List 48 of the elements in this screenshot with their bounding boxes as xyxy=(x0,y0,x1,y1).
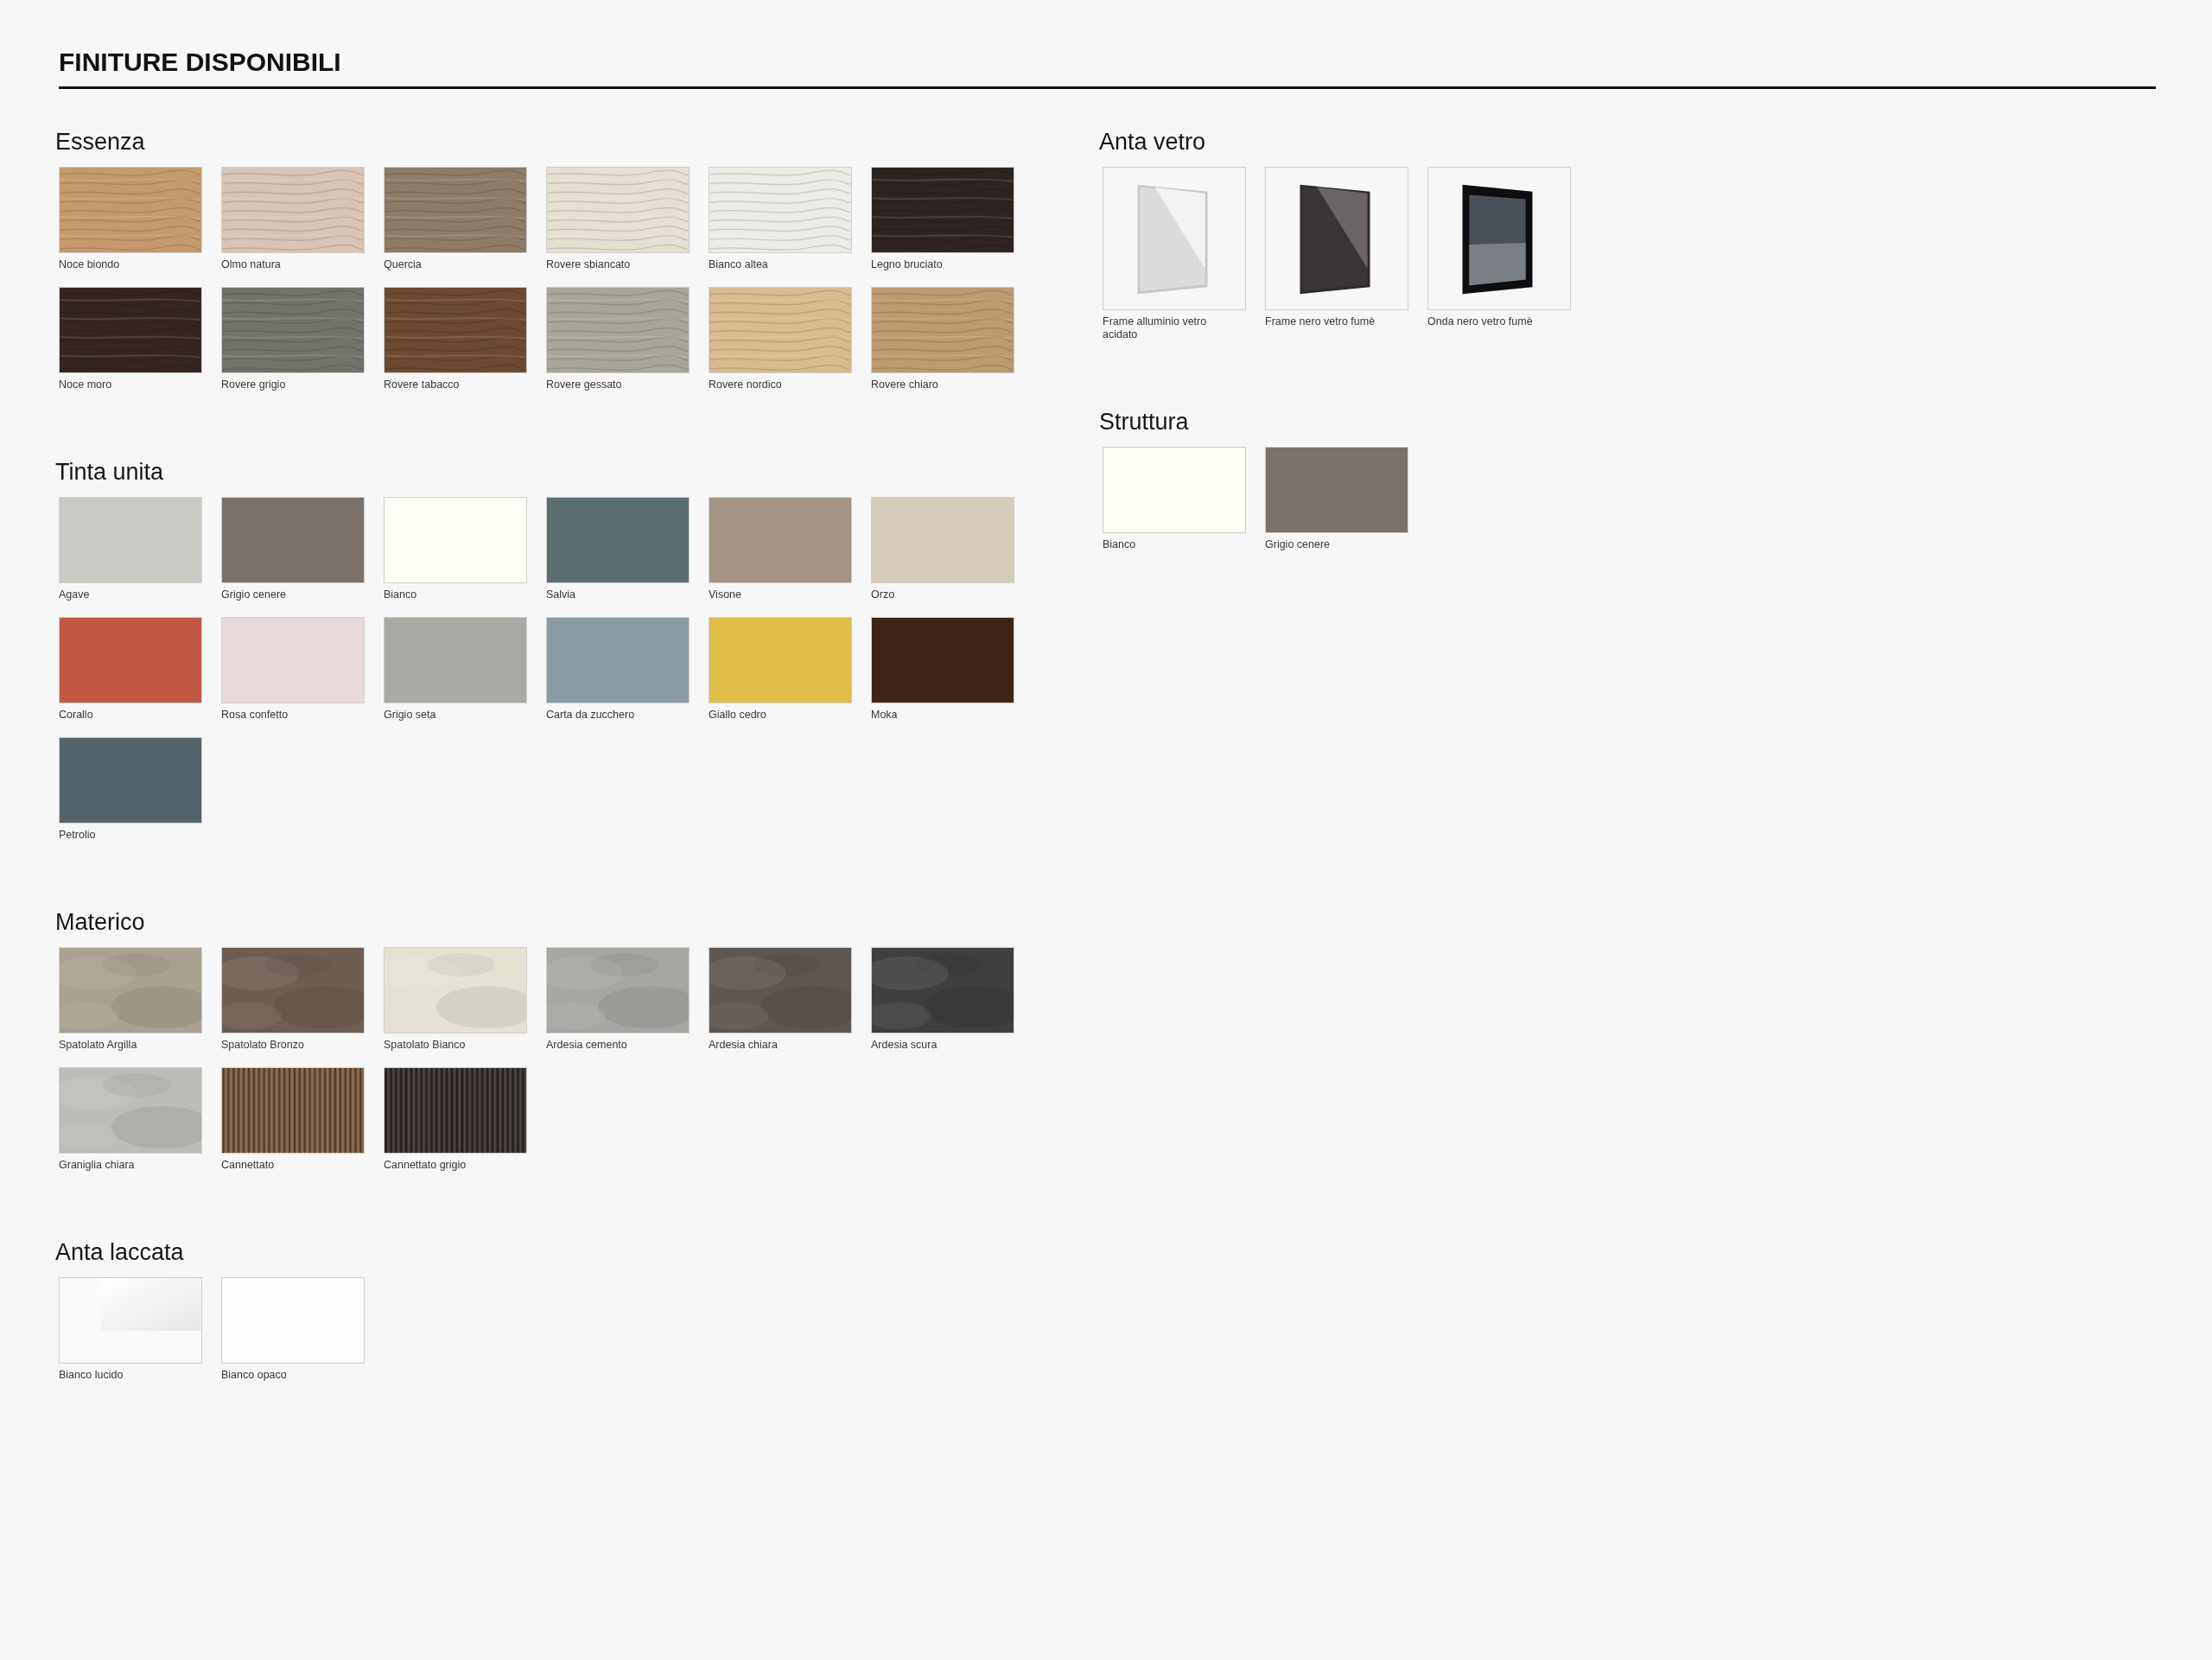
swatch-label: Bianco xyxy=(384,588,418,601)
swatch-label: Salvia xyxy=(546,588,577,601)
swatch-label: Ardesia cemento xyxy=(546,1039,628,1052)
swatch-label: Grigio cenere xyxy=(221,588,288,601)
swatch-label: Rovere grigio xyxy=(221,378,287,391)
swatch-label: Bianco altea xyxy=(709,258,769,271)
swatch-label: Cannettato grigio xyxy=(384,1159,467,1172)
section-heading: Struttura xyxy=(1099,408,1189,436)
swatch-label: Carta da zucchero xyxy=(546,709,636,722)
swatch-label: Spatolato Bianco xyxy=(384,1039,467,1052)
swatch-label: Corallo xyxy=(59,709,94,722)
swatch-label: Rovere sbiancato xyxy=(546,258,632,271)
swatch-label: Orzo xyxy=(871,588,896,601)
swatch-label: Noce moro xyxy=(59,378,113,391)
swatch-label: Quercia xyxy=(384,258,423,271)
swatch-label: Graniglia chiara xyxy=(59,1159,136,1172)
swatch-label: Ardesia chiara xyxy=(709,1039,779,1052)
swatch-label: Ardesia scura xyxy=(871,1039,938,1052)
section-heading: Tinta unita xyxy=(55,458,164,487)
page-title: FINITURE DISPONIBILI xyxy=(59,47,341,78)
swatch-label: Rovere tabacco xyxy=(384,378,461,391)
swatch-label: Grigio cenere xyxy=(1265,538,1332,551)
swatch-label: Rovere nordico xyxy=(709,378,783,391)
swatch-label: Bianco xyxy=(1103,538,1137,551)
swatch-label: Spatolato Bronzo xyxy=(221,1039,305,1052)
section-heading: Anta laccata xyxy=(55,1238,184,1267)
swatch-label: Grigio seta xyxy=(384,709,437,722)
swatch-label: Noce biondo xyxy=(59,258,121,271)
swatch-label: Spatolato Argilla xyxy=(59,1039,138,1052)
swatch-label: Bianco opaco xyxy=(221,1369,288,1382)
swatch-label: Frame alluminio vetro acidato xyxy=(1103,315,1208,341)
section-heading: Anta vetro xyxy=(1099,128,1206,156)
swatch-label: Olmo natura xyxy=(221,258,282,271)
section-heading: Essenza xyxy=(55,128,145,156)
swatch-label: Frame nero vetro fumè xyxy=(1265,315,1376,328)
swatch-label: Rosa confetto xyxy=(221,709,289,722)
swatch-label: Bianco lucido xyxy=(59,1369,124,1382)
swatch-label: Legno bruciato xyxy=(871,258,944,271)
swatch-label: Moka xyxy=(871,709,899,722)
section-heading: Materico xyxy=(55,908,145,937)
swatch-label: Visone xyxy=(709,588,742,601)
swatch-label: Cannettato xyxy=(221,1159,276,1172)
swatch-label: Rovere chiaro xyxy=(871,378,939,391)
swatch-label: Petrolio xyxy=(59,829,97,842)
swatch-label: Onda nero vetro fumè xyxy=(1427,315,1534,328)
swatch-label: Agave xyxy=(59,588,91,601)
swatch-label: Giallo cedro xyxy=(709,709,767,722)
swatch-label: Rovere gessato xyxy=(546,378,623,391)
